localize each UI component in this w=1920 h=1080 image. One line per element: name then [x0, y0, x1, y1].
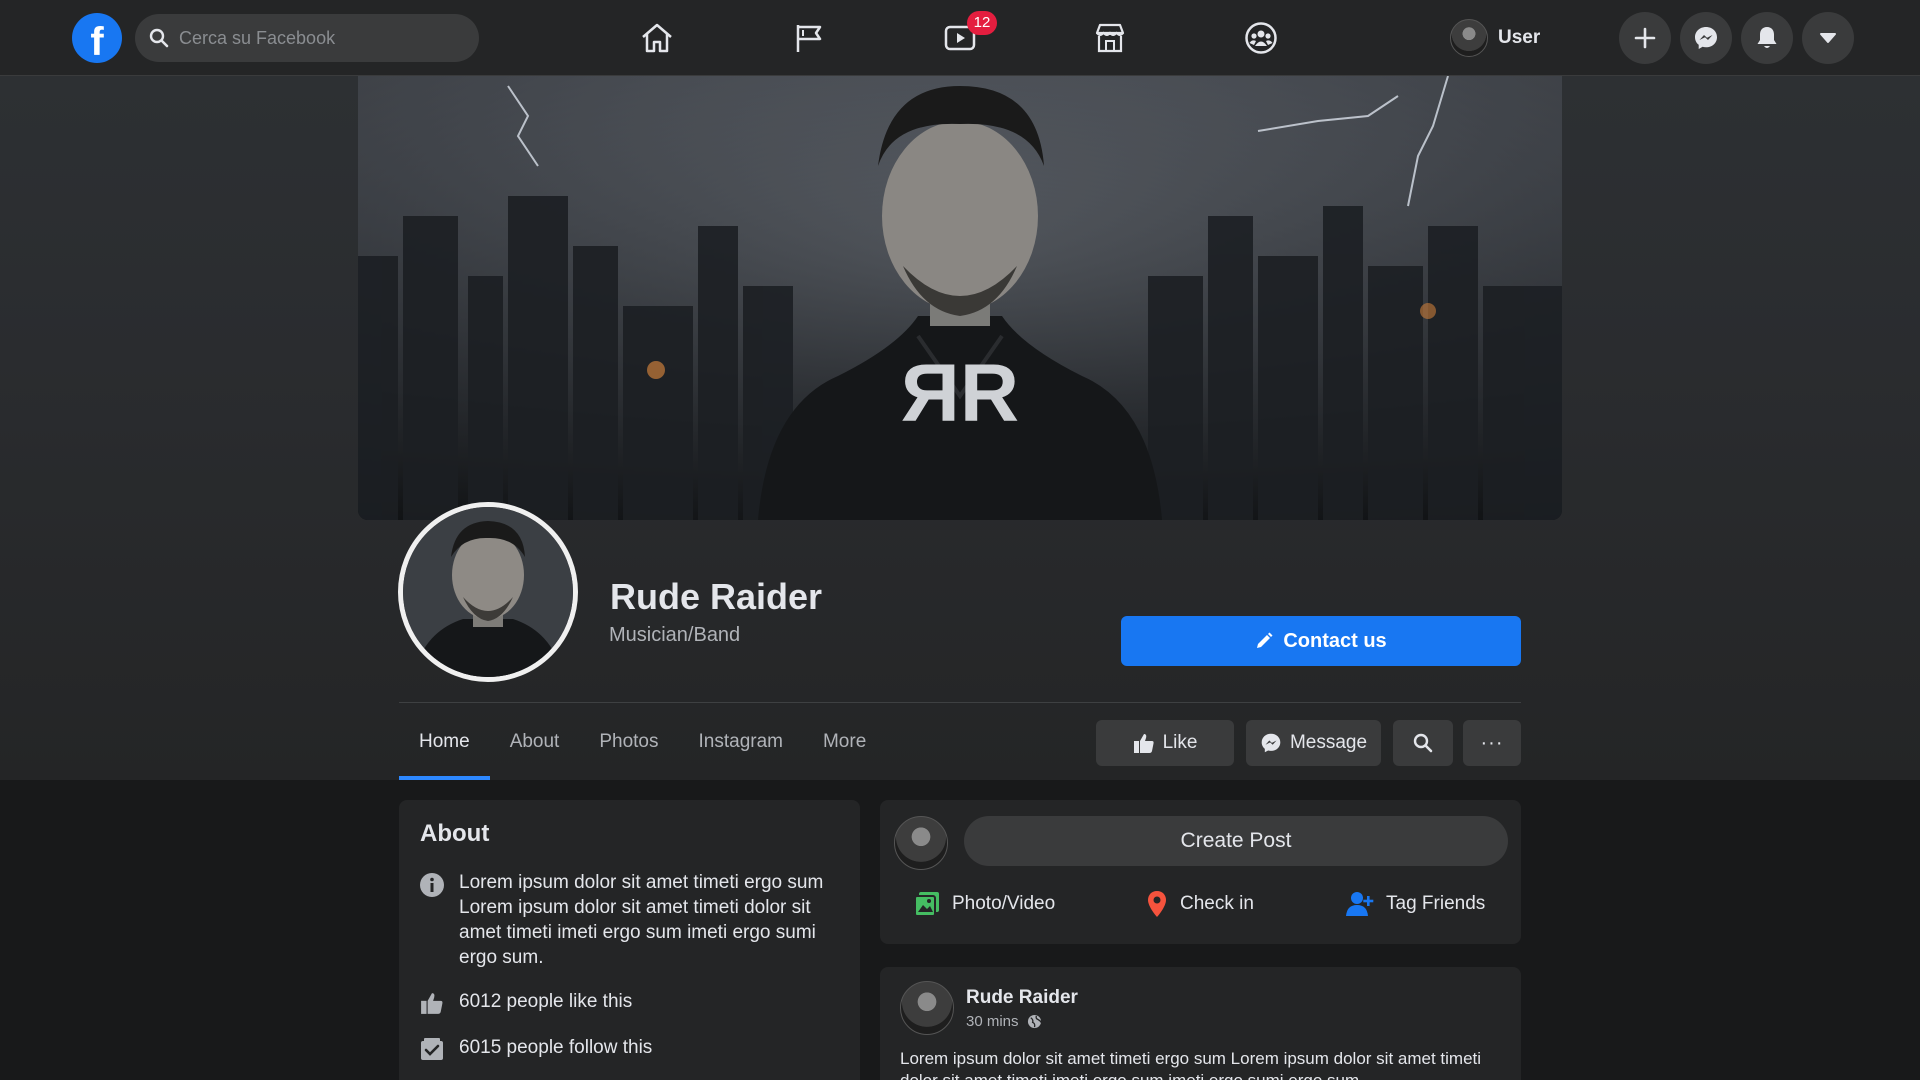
marketplace-icon — [1095, 23, 1125, 53]
profile-picture[interactable] — [398, 502, 578, 682]
notification-badge: 12 — [967, 11, 997, 35]
more-options-icon: ··· — [1480, 731, 1504, 754]
tab-photos[interactable]: Photos — [579, 704, 678, 780]
tag-friends-icon — [1346, 892, 1374, 916]
nav-groups[interactable] — [1231, 14, 1291, 62]
pencil-icon — [1257, 632, 1273, 648]
photo-video-label: Photo/Video — [952, 893, 1056, 914]
messenger-icon — [1261, 733, 1281, 753]
top-navigation-bar: f 12 User — [0, 0, 1920, 76]
nav-home[interactable] — [627, 14, 687, 62]
search-box[interactable] — [135, 14, 479, 62]
bell-icon — [1757, 27, 1777, 48]
thumbs-up-icon — [1133, 734, 1154, 753]
about-description-row: Lorem ipsum dolor sit amet timeti ergo s… — [419, 870, 839, 970]
account-menu-button[interactable] — [1802, 12, 1854, 64]
messenger-icon — [1695, 27, 1717, 49]
page-category: Musician/Band — [609, 624, 741, 646]
pages-flag-icon — [796, 25, 822, 52]
avatar[interactable] — [900, 981, 954, 1035]
follows-count[interactable]: 6015 people follow this — [459, 1035, 652, 1061]
follows-row: 6015 people follow this — [419, 1035, 652, 1061]
nav-watch[interactable]: 12 — [930, 11, 997, 62]
search-icon — [1413, 733, 1433, 753]
like-button[interactable]: Like — [1096, 720, 1234, 766]
check-in-label: Check in — [1180, 893, 1254, 914]
create-post-button[interactable]: Create Post — [964, 816, 1508, 866]
location-pin-icon — [1148, 891, 1166, 917]
tag-friends-button[interactable]: Tag Friends — [1346, 886, 1485, 922]
about-description: Lorem ipsum dolor sit amet timeti ergo s… — [459, 872, 824, 968]
like-label: Like — [1162, 732, 1198, 753]
page-search-button[interactable] — [1393, 720, 1453, 766]
page-tabs: Home About Photos Instagram More — [399, 704, 886, 780]
user-profile-link[interactable]: User — [1450, 16, 1540, 60]
page-title: Rude Raider — [610, 576, 823, 617]
photo-video-button[interactable]: Photo/Video — [914, 886, 1055, 922]
header-divider — [399, 702, 1521, 703]
cover-photo[interactable]: ЯR — [358, 76, 1562, 520]
messenger-button[interactable] — [1680, 12, 1732, 64]
about-card: About Lorem ipsum dolor sit amet timeti … — [399, 800, 860, 1080]
contact-us-label: Contact us — [1283, 629, 1387, 652]
avatar — [894, 816, 948, 870]
globe-icon — [1027, 1014, 1042, 1029]
check-in-button[interactable]: Check in — [1146, 886, 1254, 922]
post-card: Rude Raider 30 mins Lorem ipsum dolor si… — [880, 967, 1521, 1080]
nav-marketplace[interactable] — [1080, 14, 1140, 62]
post-author[interactable]: Rude Raider — [966, 987, 1078, 1009]
contact-us-button[interactable]: Contact us — [1121, 616, 1521, 666]
likes-row: 6012 people like this — [419, 989, 632, 1015]
photo-video-icon — [914, 892, 939, 917]
nav-pages[interactable] — [779, 14, 839, 62]
follow-check-icon — [419, 1035, 445, 1061]
search-input[interactable] — [179, 27, 449, 49]
groups-icon — [1245, 22, 1277, 54]
create-post-card: Create Post Photo/Video Check in Tag Fri… — [880, 800, 1521, 944]
message-button[interactable]: Message — [1246, 720, 1381, 766]
home-icon — [642, 23, 672, 53]
cover-artwork: ЯR — [358, 76, 1562, 520]
tab-more[interactable]: More — [803, 704, 886, 780]
profile-portrait — [403, 507, 573, 677]
plus-icon — [1634, 27, 1656, 49]
caret-down-icon — [1820, 33, 1836, 43]
user-name: User — [1498, 27, 1541, 48]
avatar — [1450, 19, 1488, 57]
post-meta: 30 mins — [966, 1013, 1042, 1030]
message-label: Message — [1289, 732, 1368, 753]
tag-friends-label: Tag Friends — [1386, 893, 1486, 914]
band-logo-monogram: ЯR — [901, 348, 1019, 439]
notifications-button[interactable] — [1741, 12, 1793, 64]
create-button[interactable] — [1619, 12, 1671, 64]
post-time[interactable]: 30 mins — [966, 1013, 1019, 1030]
search-icon — [149, 28, 169, 48]
tab-instagram[interactable]: Instagram — [679, 704, 803, 780]
tab-home[interactable]: Home — [399, 704, 490, 780]
post-text: Lorem ipsum dolor sit amet timeti ergo s… — [900, 1049, 1482, 1080]
thumbs-up-icon — [419, 989, 445, 1015]
tab-about[interactable]: About — [490, 704, 580, 780]
facebook-logo-icon[interactable]: f — [72, 13, 122, 63]
info-icon — [419, 870, 445, 970]
about-heading: About — [420, 820, 490, 847]
likes-count[interactable]: 6012 people like this — [459, 989, 632, 1015]
more-options-button[interactable]: ··· — [1463, 720, 1521, 766]
